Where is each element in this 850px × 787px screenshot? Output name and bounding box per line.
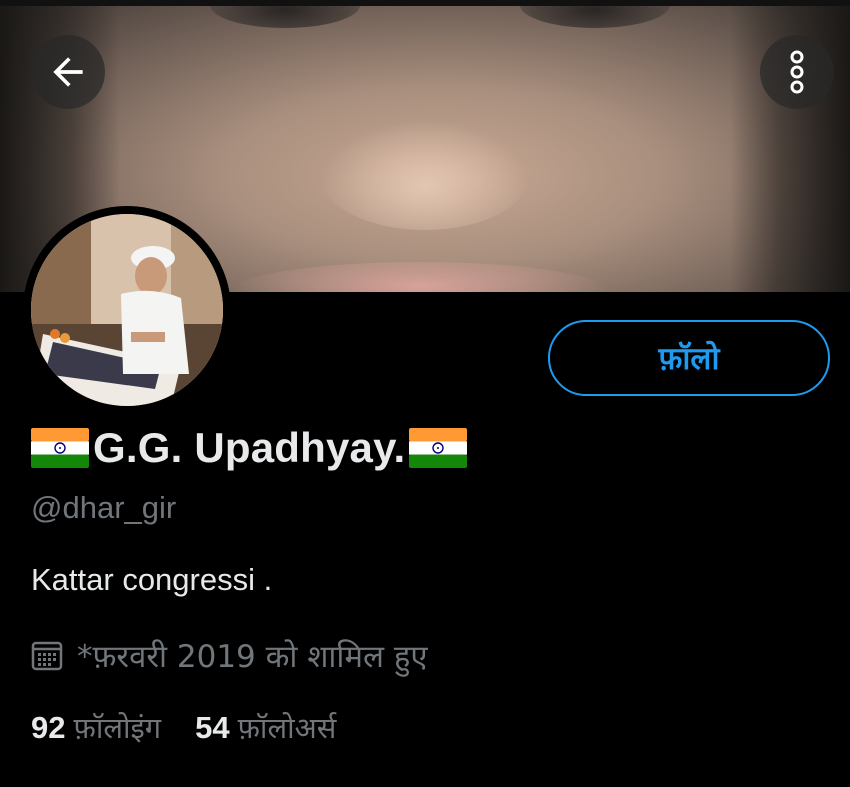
banner-lips bbox=[230, 262, 610, 292]
display-name: G.G. Upadhyay. bbox=[93, 424, 406, 471]
india-flag-icon bbox=[31, 428, 89, 468]
joined-date-row: *फ़रवरी 2019 को शामिल हुए bbox=[31, 635, 427, 677]
following-link[interactable]: 92 फ़ॉलोइंग bbox=[31, 708, 161, 747]
back-button[interactable] bbox=[31, 35, 105, 109]
joined-date-text: *फ़रवरी 2019 को शामिल हुए bbox=[77, 639, 428, 675]
more-vertical-icon bbox=[790, 50, 804, 94]
user-handle: @dhar_gir bbox=[31, 490, 177, 525]
avatar-ring bbox=[23, 206, 231, 414]
following-count: 92 bbox=[31, 710, 66, 745]
status-strip bbox=[0, 0, 850, 6]
followers-count: 54 bbox=[195, 710, 230, 745]
avatar[interactable] bbox=[31, 214, 223, 406]
banner-nose bbox=[320, 120, 530, 230]
followers-link[interactable]: 54 फ़ॉलोअर्स bbox=[195, 708, 336, 747]
follow-stats: 92 फ़ॉलोइंग 54 फ़ॉलोअर्स bbox=[31, 708, 336, 747]
avatar-photo bbox=[31, 214, 223, 406]
following-label: फ़ॉलोइंग bbox=[73, 711, 162, 745]
display-name-row: G.G. Upadhyay. bbox=[31, 422, 468, 474]
followers-label: फ़ॉलोअर्स bbox=[237, 711, 337, 745]
arrow-left-icon bbox=[53, 57, 83, 87]
profile-bio: Kattar congressi . bbox=[31, 562, 273, 597]
more-options-button[interactable] bbox=[760, 35, 834, 109]
follow-button[interactable]: फ़ॉलो bbox=[548, 320, 830, 396]
calendar-icon bbox=[31, 641, 63, 671]
india-flag-icon bbox=[409, 428, 468, 468]
